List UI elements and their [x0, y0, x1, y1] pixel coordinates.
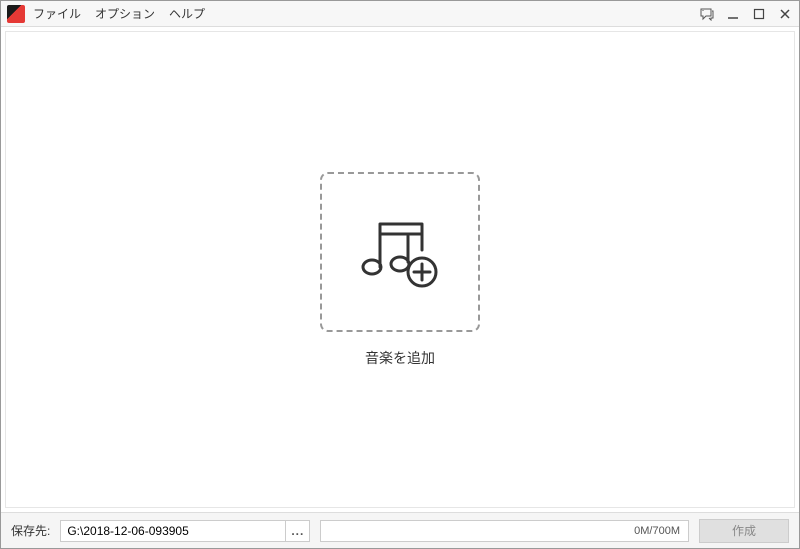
save-to-label: 保存先: [11, 522, 50, 539]
feedback-icon[interactable] [699, 6, 715, 22]
close-button[interactable] [777, 6, 793, 22]
create-button[interactable]: 作成 [699, 519, 789, 543]
app-logo-icon [7, 5, 25, 23]
save-path-input[interactable] [61, 524, 285, 538]
size-progress: 0M/700M [320, 520, 689, 542]
footer-bar: 保存先: ... 0M/700M 作成 [1, 512, 799, 548]
menu-help[interactable]: ヘルプ [169, 5, 205, 22]
app-window: ファイル オプション ヘルプ [0, 0, 800, 549]
save-path-field: ... [60, 520, 310, 542]
browse-button[interactable]: ... [285, 521, 309, 541]
minimize-button[interactable] [725, 6, 741, 22]
size-progress-text: 0M/700M [634, 525, 680, 537]
add-music-dropzone[interactable] [320, 172, 480, 332]
window-controls [699, 6, 793, 22]
music-add-icon [350, 202, 450, 302]
titlebar: ファイル オプション ヘルプ [1, 1, 799, 27]
main-content: 音楽を追加 [5, 31, 795, 508]
maximize-button[interactable] [751, 6, 767, 22]
menu-bar: ファイル オプション ヘルプ [33, 5, 205, 22]
menu-options[interactable]: オプション [95, 5, 155, 22]
add-music-label: 音楽を追加 [365, 348, 435, 368]
menu-file[interactable]: ファイル [33, 5, 81, 22]
